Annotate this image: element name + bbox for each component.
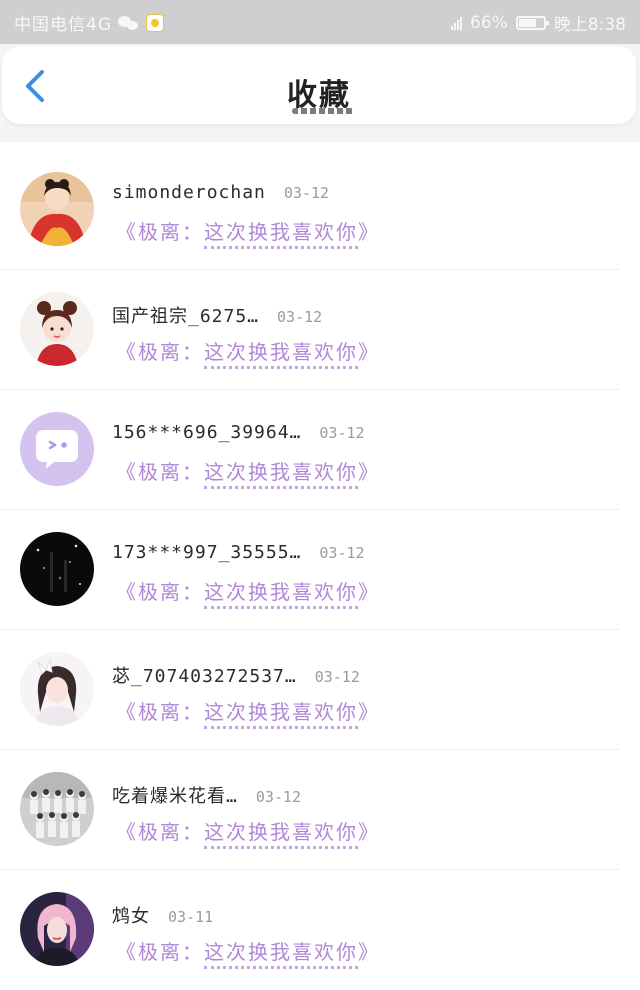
- book-prefix: 《极离：: [116, 700, 204, 724]
- list-item[interactable]: 173***997_35555… 03-12 《极离：这次换我喜欢你》: [0, 510, 640, 630]
- book-prefix: 《极离：: [116, 220, 204, 244]
- status-left: 中国电信4G: [14, 10, 164, 35]
- book-title: 这次换我喜欢你: [204, 220, 358, 249]
- default-chat-bubble-icon: [20, 412, 94, 486]
- book-suffix: 》: [358, 700, 380, 724]
- book-prefix: 《极离：: [116, 340, 204, 364]
- avatar[interactable]: [20, 892, 94, 966]
- user-name[interactable]: simonderochan: [112, 182, 266, 203]
- book-suffix: 》: [358, 220, 380, 244]
- name-row: 苾_707403272537… 03-12: [112, 662, 360, 688]
- carrier-label: 中国电信4G: [14, 15, 112, 35]
- avatar-girl-red-dress: [20, 172, 94, 246]
- favorite-book-link[interactable]: 《极离：这次换我喜欢你》: [116, 696, 380, 729]
- name-row: 吃着爆米花看… 03-12: [112, 782, 301, 808]
- user-name[interactable]: 吃着爆米花看…: [112, 782, 238, 808]
- book-suffix: 》: [358, 460, 380, 484]
- book-title: 这次换我喜欢你: [204, 580, 358, 609]
- book-prefix: 《极离：: [116, 580, 204, 604]
- list-item[interactable]: 156***696_39964… 03-12 《极离：这次换我喜欢你》: [0, 390, 640, 510]
- post-date: 03-12: [319, 544, 365, 562]
- list-item[interactable]: 国产祖宗_6275… 03-12 《极离：这次换我喜欢你》: [0, 270, 640, 390]
- avatar-girl-white-bow: [20, 652, 94, 726]
- nav-card: 收藏: [2, 46, 636, 124]
- avatar[interactable]: [20, 292, 94, 366]
- favorite-book-link[interactable]: 《极离：这次换我喜欢你》: [116, 336, 380, 369]
- status-bar: 中国电信4G 66% 晚上8:38: [0, 0, 640, 44]
- title-decoration: [292, 108, 354, 114]
- favorite-book-link[interactable]: 《极离：这次换我喜欢你》: [116, 216, 380, 249]
- name-row: simonderochan 03-12: [112, 182, 329, 203]
- avatar[interactable]: [20, 412, 94, 486]
- favorite-book-link[interactable]: 《极离：这次换我喜欢你》: [116, 816, 380, 849]
- book-prefix: 《极离：: [116, 460, 204, 484]
- list-item[interactable]: 吃着爆米花看… 03-12 《极离：这次换我喜欢你》: [0, 750, 640, 870]
- post-date: 03-11: [168, 908, 214, 926]
- book-suffix: 》: [358, 820, 380, 844]
- post-date: 03-12: [277, 308, 323, 326]
- book-title: 这次换我喜欢你: [204, 700, 358, 729]
- post-date: 03-12: [314, 668, 360, 686]
- list-item[interactable]: simonderochan 03-12 《极离：这次换我喜欢你》: [0, 150, 640, 270]
- favorite-book-link[interactable]: 《极离：这次换我喜欢你》: [116, 456, 380, 489]
- user-name[interactable]: 鸩女: [112, 902, 150, 928]
- user-name[interactable]: 173***997_35555…: [112, 542, 301, 563]
- avatar[interactable]: [20, 532, 94, 606]
- post-date: 03-12: [283, 184, 330, 202]
- avatar[interactable]: [20, 172, 94, 246]
- list-item[interactable]: 鸩女 03-11 《极离：这次换我喜欢你》: [0, 870, 640, 990]
- name-row: 国产祖宗_6275… 03-12: [112, 302, 322, 328]
- notification-app-icon: [146, 13, 164, 32]
- book-title: 这次换我喜欢你: [204, 460, 358, 489]
- nav-bar: 收藏: [0, 44, 640, 142]
- name-row: 156***696_39964… 03-12: [112, 422, 365, 443]
- name-row: 鸩女 03-11: [112, 902, 213, 928]
- book-suffix: 》: [358, 340, 380, 364]
- book-title: 这次换我喜欢你: [204, 820, 358, 849]
- user-name[interactable]: 苾_707403272537…: [112, 662, 297, 688]
- post-date: 03-12: [255, 788, 301, 806]
- avatar[interactable]: [20, 652, 94, 726]
- user-name[interactable]: 156***696_39964…: [112, 422, 301, 443]
- avatar-girl-pink-hair: [20, 892, 94, 966]
- book-suffix: 》: [358, 940, 380, 964]
- book-title: 这次换我喜欢你: [204, 940, 358, 969]
- avatar-night-scene: [20, 532, 94, 606]
- avatar-group-photo: [20, 772, 94, 846]
- book-prefix: 《极离：: [116, 940, 204, 964]
- book-title: 这次换我喜欢你: [204, 340, 358, 369]
- avatar-cartoon-girl-buns: [20, 292, 94, 366]
- status-right: 66% 晚上8:38: [451, 10, 626, 35]
- book-suffix: 》: [358, 580, 380, 604]
- favorite-book-link[interactable]: 《极离：这次换我喜欢你》: [116, 576, 380, 609]
- book-prefix: 《极离：: [116, 820, 204, 844]
- avatar[interactable]: [20, 772, 94, 846]
- signal-icon: [451, 16, 463, 30]
- battery-icon: [515, 15, 549, 30]
- wechat-icon: [118, 15, 140, 31]
- battery-percent: 66%: [470, 12, 508, 33]
- user-name[interactable]: 国产祖宗_6275…: [112, 302, 259, 328]
- name-row: 173***997_35555… 03-12: [112, 542, 365, 563]
- clock: 晚上8:38: [553, 15, 626, 35]
- post-date: 03-12: [319, 424, 365, 442]
- list-item[interactable]: 苾_707403272537… 03-12 《极离：这次换我喜欢你》: [0, 630, 640, 750]
- favorite-book-link[interactable]: 《极离：这次换我喜欢你》: [116, 936, 380, 969]
